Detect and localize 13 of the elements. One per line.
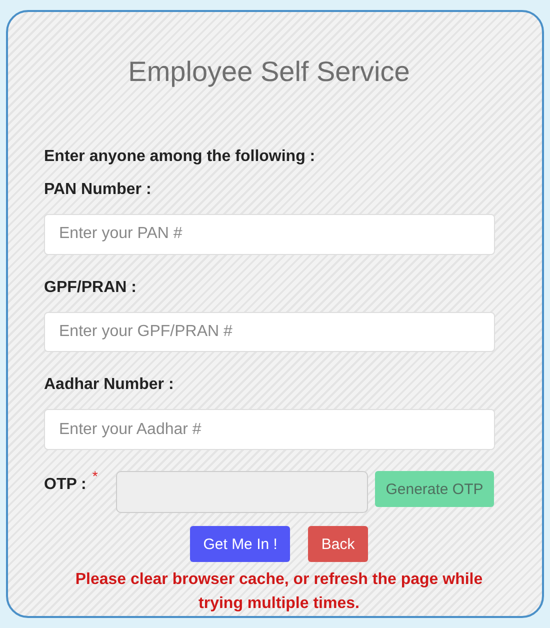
field-label: GPF/PRAN :	[44, 278, 138, 297]
field-label: Aadhar Number :	[44, 376, 175, 394]
input-field[interactable]: Enter your PAN #	[44, 214, 495, 255]
warning-text: Please clear browser cache, or refresh the page while trying multiple times.	[74, 570, 484, 614]
required-mark: *	[92, 468, 98, 484]
field-label: PAN Number :	[44, 181, 152, 199]
input-field[interactable]: Enter your GPF/PRAN #	[44, 312, 495, 352]
field-label: OTP :	[44, 476, 86, 494]
input-field[interactable]: Enter your Aadhar #	[44, 409, 495, 450]
login-button[interactable]: Get Me In !	[190, 526, 290, 562]
page-title: Employee Self Service	[127, 56, 411, 88]
back-button[interactable]: Back	[308, 526, 368, 562]
instruction-text: Enter anyone among the following :	[44, 148, 316, 166]
